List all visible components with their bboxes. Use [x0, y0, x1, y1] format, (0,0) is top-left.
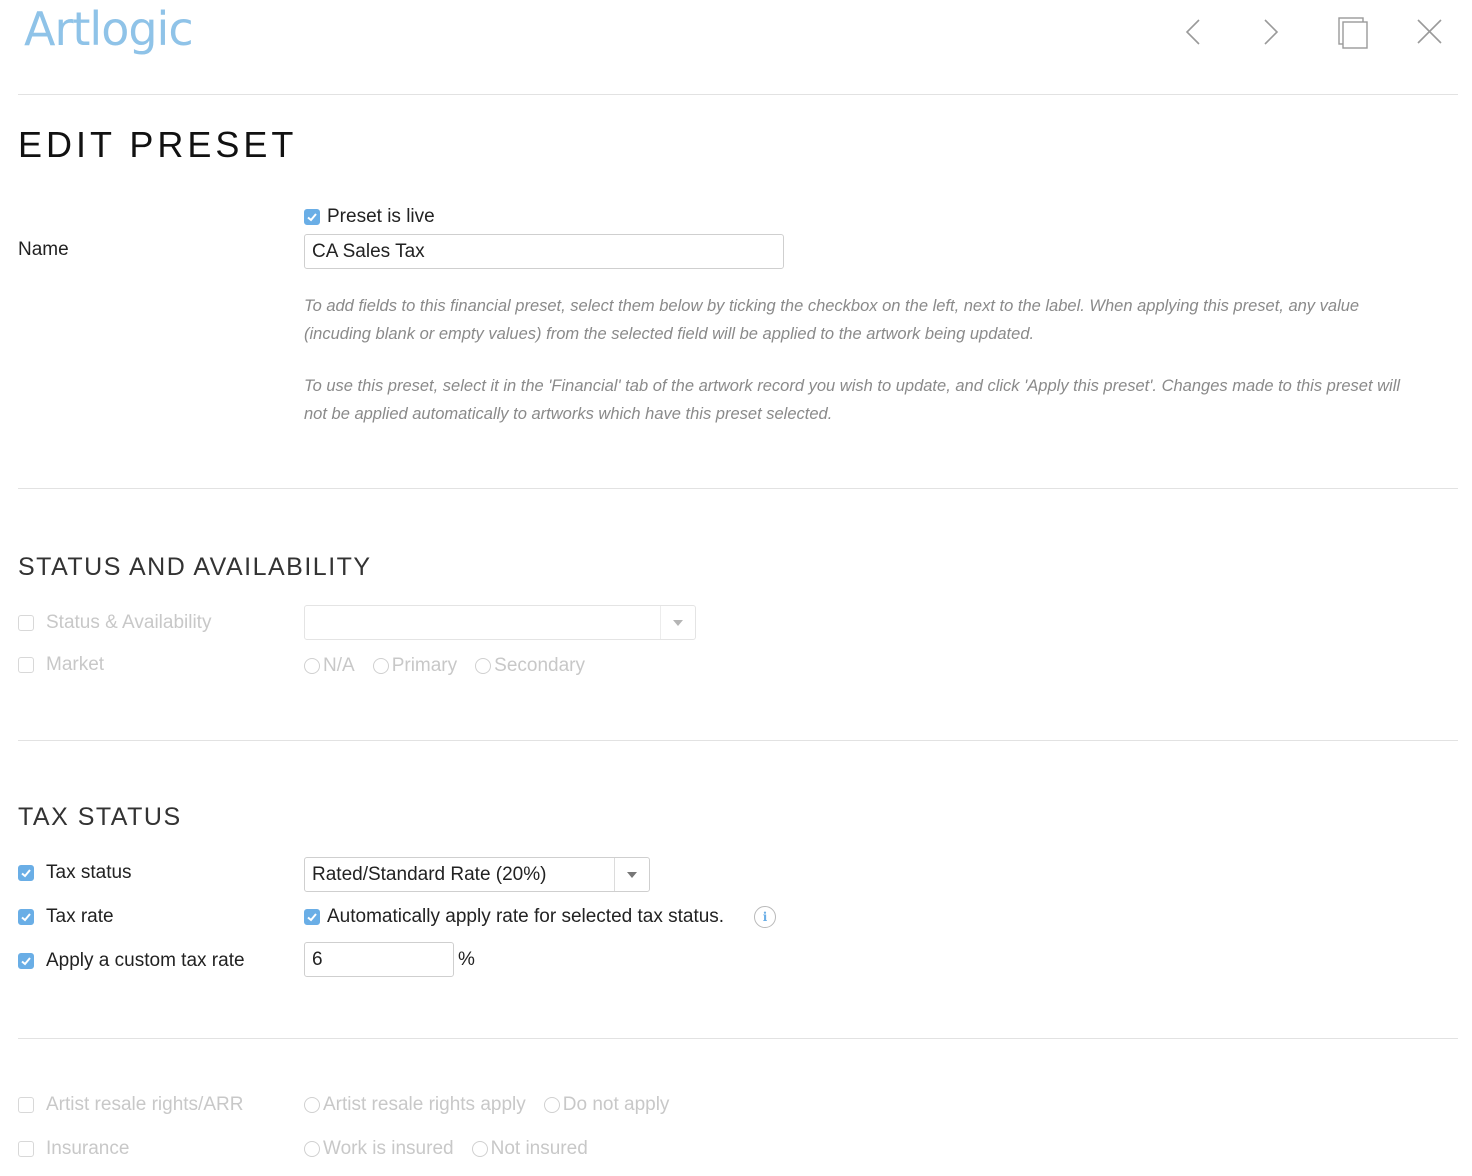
arr-radio-group[interactable]: Artist resale rights apply Do not apply [304, 1094, 669, 1116]
checkbox-checked-icon[interactable] [18, 909, 34, 925]
radio-icon[interactable] [372, 658, 389, 674]
arr-option-not-apply[interactable]: Do not apply [543, 1094, 669, 1116]
help-text-fields: To add fields to this financial preset, … [304, 297, 1360, 343]
header-divider [18, 94, 1458, 95]
auto-apply-label: Automatically apply rate for selected ta… [327, 906, 725, 927]
market-radio-group[interactable]: N/A Primary Secondary [304, 655, 585, 677]
tax-rate-row-checkbox[interactable]: Tax rate [18, 906, 114, 928]
insurance-option-not-insured[interactable]: Not insured [471, 1138, 588, 1160]
tax-status-label: Tax status [46, 862, 132, 883]
tax-status-select[interactable]: Rated/Standard Rate (20%) [304, 857, 650, 892]
preset-live-checkbox[interactable]: Preset is live [304, 206, 435, 228]
insurance-option-insured[interactable]: Work is insured [304, 1138, 454, 1160]
page-title: EDIT PRESET [18, 124, 298, 165]
artlogic-logo: Artlogic [24, 2, 194, 56]
status-availability-value [305, 606, 660, 639]
arr-label: Artist resale rights/ARR [46, 1094, 244, 1115]
section-divider [18, 740, 1458, 741]
dropdown-arrow-icon[interactable] [614, 858, 649, 891]
preset-live-label: Preset is live [327, 206, 435, 227]
status-availability-row-checkbox[interactable]: Status & Availability [18, 612, 211, 634]
checkbox-unchecked-icon[interactable] [18, 615, 34, 631]
radio-icon[interactable] [475, 658, 492, 674]
checkbox-checked-icon[interactable] [304, 909, 320, 925]
market-option-primary[interactable]: Primary [372, 655, 457, 677]
tax-rate-label: Tax rate [46, 906, 114, 927]
radio-icon[interactable] [304, 1141, 320, 1157]
arr-option-apply[interactable]: Artist resale rights apply [304, 1094, 526, 1116]
custom-rate-input[interactable]: 6 [304, 942, 454, 977]
market-label: Market [46, 654, 105, 675]
checkbox-unchecked-icon[interactable] [18, 1097, 34, 1113]
info-icon[interactable]: i [754, 906, 776, 928]
checkbox-unchecked-icon[interactable] [18, 657, 34, 673]
name-input[interactable]: CA Sales Tax [304, 234, 784, 269]
market-option-na[interactable]: N/A [304, 655, 355, 677]
checkbox-checked-icon[interactable] [18, 865, 34, 881]
tax-status-value: Rated/Standard Rate (20%) [312, 863, 547, 885]
section-divider [18, 1038, 1458, 1039]
auto-apply-checkbox[interactable]: Automatically apply rate for selected ta… [304, 906, 724, 928]
next-icon[interactable] [1251, 14, 1291, 54]
duplicate-icon[interactable] [1333, 14, 1373, 54]
checkbox-checked-icon[interactable] [18, 953, 34, 969]
insurance-radio-group[interactable]: Work is insured Not insured [304, 1138, 588, 1160]
previous-icon[interactable] [1173, 14, 1213, 54]
dropdown-arrow-icon[interactable] [660, 606, 695, 639]
radio-icon[interactable] [304, 1097, 320, 1113]
custom-rate-row-checkbox[interactable]: Apply a custom tax rate [18, 950, 245, 972]
radio-icon[interactable] [471, 1141, 488, 1157]
section-title-tax: TAX STATUS [18, 803, 182, 831]
insurance-label: Insurance [46, 1138, 130, 1159]
close-icon[interactable] [1410, 14, 1450, 54]
percent-sign: % [458, 949, 475, 970]
tax-status-row-checkbox[interactable]: Tax status [18, 862, 132, 884]
radio-icon[interactable] [304, 658, 320, 674]
status-availability-select[interactable] [304, 605, 696, 640]
name-label: Name [18, 239, 69, 260]
radio-icon[interactable] [543, 1097, 560, 1113]
insurance-row-checkbox[interactable]: Insurance [18, 1138, 129, 1160]
status-availability-label: Status & Availability [46, 612, 212, 633]
checkbox-checked-icon[interactable] [304, 209, 320, 225]
section-title-status: STATUS AND AVAILABILITY [18, 553, 372, 581]
section-divider [18, 488, 1458, 489]
market-option-secondary[interactable]: Secondary [475, 655, 585, 677]
help-text-usage: To use this preset, select it in the 'Fi… [304, 377, 1401, 423]
market-row-checkbox[interactable]: Market [18, 654, 104, 676]
checkbox-unchecked-icon[interactable] [18, 1141, 34, 1157]
custom-rate-label: Apply a custom tax rate [46, 950, 245, 971]
arr-row-checkbox[interactable]: Artist resale rights/ARR [18, 1094, 243, 1116]
